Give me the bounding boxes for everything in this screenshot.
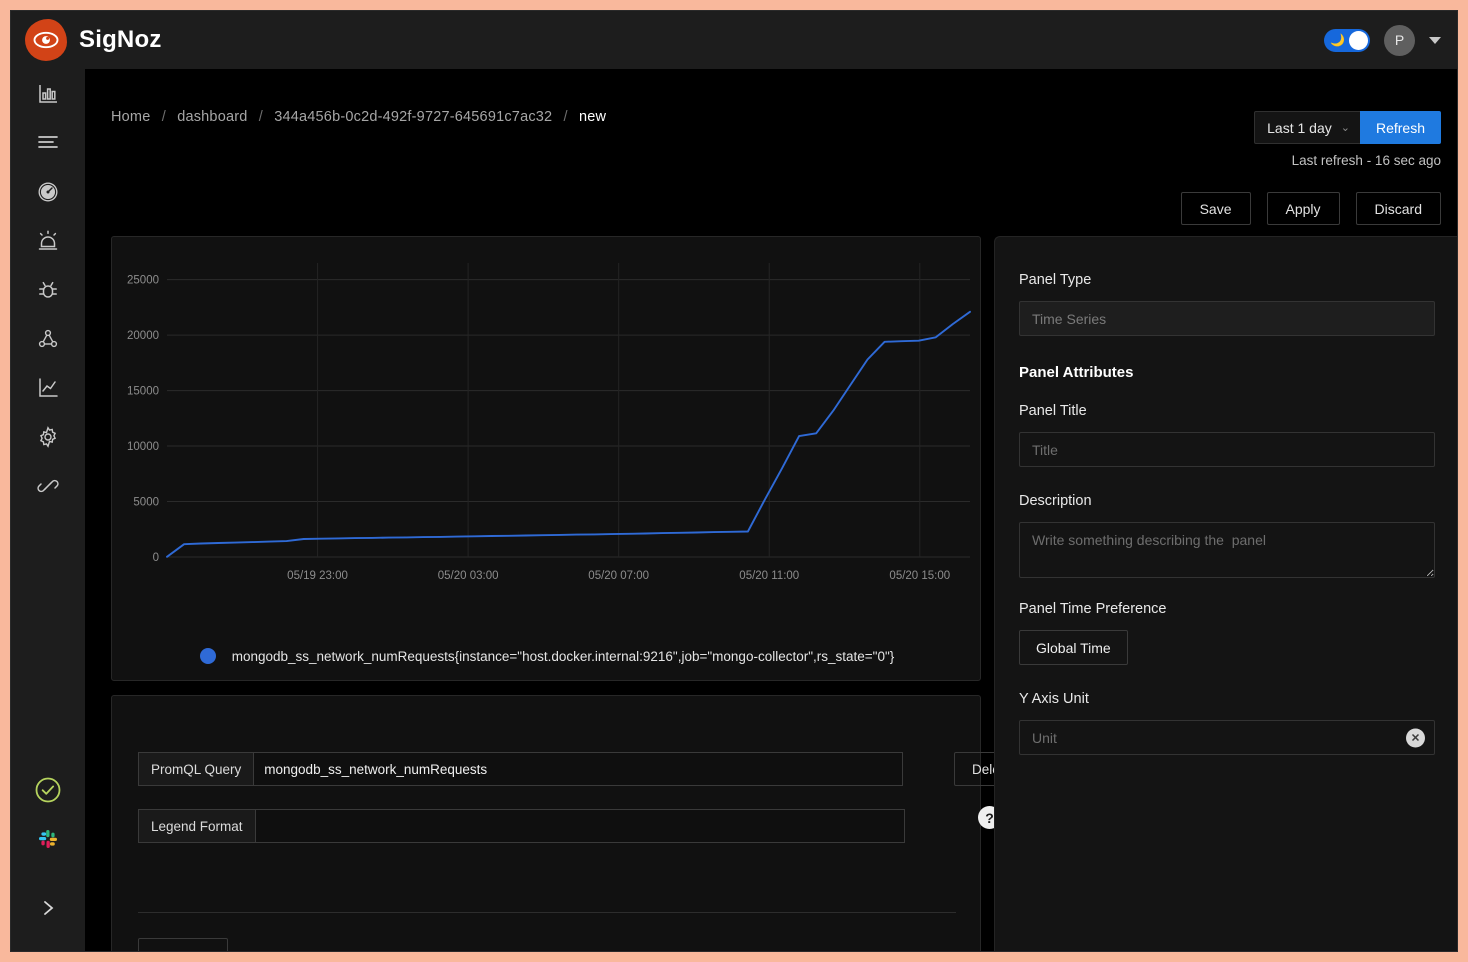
check-circle-icon: [34, 776, 62, 804]
speedometer-icon: [37, 181, 59, 203]
chart-gridlines: [167, 263, 970, 558]
description-label: Description: [1019, 493, 1092, 509]
breadcrumb-separator: /: [258, 109, 263, 125]
sidebar-item-service-map[interactable]: [11, 314, 85, 363]
promql-query-row: PromQL Query: [138, 752, 904, 786]
time-range-select[interactable]: Last 1 day ⌄: [1254, 111, 1360, 144]
chart-series-line: [166, 310, 971, 558]
panel-time-preference-label: Panel Time Preference: [1019, 601, 1167, 617]
section-divider: [138, 912, 956, 913]
svg-text:05/20 03:00: 05/20 03:00: [438, 570, 499, 582]
slack-icon: [36, 827, 60, 851]
save-button[interactable]: Save: [1180, 192, 1251, 225]
add-query-label: Query: [173, 948, 211, 952]
panel-type-label: Panel Type: [1019, 272, 1092, 288]
svg-text:05/19 23:00: 05/19 23:00: [287, 570, 348, 582]
time-range-label: Last 1 day: [1267, 119, 1332, 136]
time-range-controls: Last 1 day ⌄ Refresh: [1254, 111, 1441, 144]
svg-text:25000: 25000: [127, 275, 159, 287]
sidebar-item-slack[interactable]: [11, 814, 85, 863]
sidebar-item-traces[interactable]: [11, 118, 85, 167]
chevron-right-icon: [38, 898, 58, 918]
theme-toggle[interactable]: 🌙: [1324, 28, 1370, 52]
plus-icon: +: [155, 948, 164, 951]
apply-button[interactable]: Apply: [1266, 192, 1340, 225]
main-content: Home / dashboard / 344a456b-0c2d-492f-97…: [85, 69, 1457, 952]
chevron-down-icon: ⌄: [1340, 122, 1350, 134]
sidebar-item-settings[interactable]: [11, 412, 85, 461]
sidebar-item-dashboard[interactable]: [11, 167, 85, 216]
svg-text:05/20 07:00: 05/20 07:00: [588, 570, 649, 582]
top-bar: SigNoz 🌙 P: [11, 11, 1457, 69]
y-axis-unit-label: Y Axis Unit: [1019, 691, 1089, 707]
breadcrumb-item-new: new: [579, 109, 607, 125]
alarm-icon: [37, 229, 59, 252]
toggle-knob: [1349, 30, 1368, 50]
sidebar-item-status-ok[interactable]: [11, 765, 85, 814]
breadcrumb: Home / dashboard / 344a456b-0c2d-492f-97…: [111, 109, 606, 125]
panel-action-buttons: Save Apply Discard: [1180, 192, 1441, 225]
app-window: SigNoz 🌙 P Home / dashboard / 344a456b-0…: [10, 10, 1458, 952]
chart-panel: 0 5000 10000 15000 20000 25000 05/19 23:00 05/…: [111, 236, 981, 681]
sidebar: [11, 69, 85, 951]
chart-y-axis-labels: 0 5000 10000 15000 20000 25000: [127, 275, 159, 564]
service-map-icon: [37, 328, 59, 350]
sidebar-expand-button[interactable]: [11, 863, 85, 951]
brand-logo[interactable]: SigNoz: [11, 19, 162, 61]
add-query-button[interactable]: + Query: [138, 938, 228, 952]
svg-text:20000: 20000: [127, 330, 159, 342]
breadcrumb-separator: /: [161, 109, 166, 125]
legend-color-dot: [199, 648, 216, 664]
last-refresh-status: Last refresh - 16 sec ago: [1291, 153, 1441, 168]
svg-text:0: 0: [153, 552, 159, 564]
promql-query-label: PromQL Query: [138, 752, 254, 786]
sidebar-item-usage-explorer[interactable]: [11, 363, 85, 412]
legend-format-row: Legend Format: [138, 809, 905, 843]
description-textarea[interactable]: [1019, 522, 1435, 578]
breadcrumb-separator: /: [563, 109, 568, 125]
y-axis-unit-input[interactable]: [1019, 720, 1435, 755]
discard-button[interactable]: Discard: [1355, 192, 1441, 225]
panel-settings-sidebar: Panel Type Time Series Panel Attributes …: [994, 236, 1457, 951]
chart-x-axis-labels: 05/19 23:00 05/20 03:00 05/20 07:00 05/20 1…: [287, 570, 950, 582]
svg-text:15000: 15000: [127, 386, 159, 398]
top-bar-right: 🌙 P: [1324, 24, 1457, 56]
svg-text:10000: 10000: [127, 441, 159, 453]
gear-icon: [37, 425, 59, 448]
svg-text:5000: 5000: [133, 497, 159, 509]
time-series-chart[interactable]: 0500010000150002000025000 05/19 23:00 05/…: [112, 237, 982, 599]
panel-title-input[interactable]: [1019, 432, 1435, 467]
chevron-down-icon[interactable]: [1429, 36, 1441, 44]
legend-format-label: Legend Format: [138, 809, 255, 843]
list-icon: [37, 134, 59, 152]
promql-query-input[interactable]: [253, 752, 904, 786]
line-chart-icon: [38, 377, 59, 398]
sidebar-item-pipelines[interactable]: [11, 461, 85, 510]
brand-name: SigNoz: [79, 26, 162, 53]
sidebar-item-alerts[interactable]: [11, 216, 85, 265]
eye-icon: [25, 19, 67, 61]
breadcrumb-item-dashboard[interactable]: dashboard: [177, 109, 247, 125]
bug-icon: [37, 279, 59, 301]
legend-label: mongodb_ss_network_numRequests{instance=…: [231, 648, 895, 664]
panel-title-label: Panel Title: [1019, 403, 1087, 419]
close-circle-icon[interactable]: ✕: [1406, 728, 1425, 747]
link-icon: [37, 475, 59, 497]
sidebar-item-metrics[interactable]: [11, 69, 85, 118]
chart-legend[interactable]: mongodb_ss_network_numRequests{instance=…: [112, 648, 982, 664]
panel-type-select[interactable]: Time Series: [1019, 301, 1435, 336]
query-builder-panel: PromQL Query Legend Format Delete ? + Qu…: [111, 695, 1030, 952]
avatar[interactable]: P: [1384, 24, 1415, 56]
breadcrumb-item-home[interactable]: Home: [111, 109, 150, 125]
global-time-button[interactable]: Global Time: [1019, 630, 1128, 665]
svg-text:05/20 11:00: 05/20 11:00: [739, 570, 799, 582]
legend-format-input[interactable]: [254, 809, 905, 843]
moon-icon: 🌙: [1330, 33, 1345, 47]
refresh-button[interactable]: Refresh: [1359, 111, 1441, 144]
panel-attributes-heading: Panel Attributes: [1019, 364, 1134, 381]
sidebar-item-exceptions[interactable]: [11, 265, 85, 314]
breadcrumb-item-dashboard-id[interactable]: 344a456b-0c2d-492f-9727-645691c7ac32: [274, 109, 552, 125]
svg-text:05/20 15:00: 05/20 15:00: [889, 570, 950, 582]
bar-chart-icon: [38, 83, 59, 104]
